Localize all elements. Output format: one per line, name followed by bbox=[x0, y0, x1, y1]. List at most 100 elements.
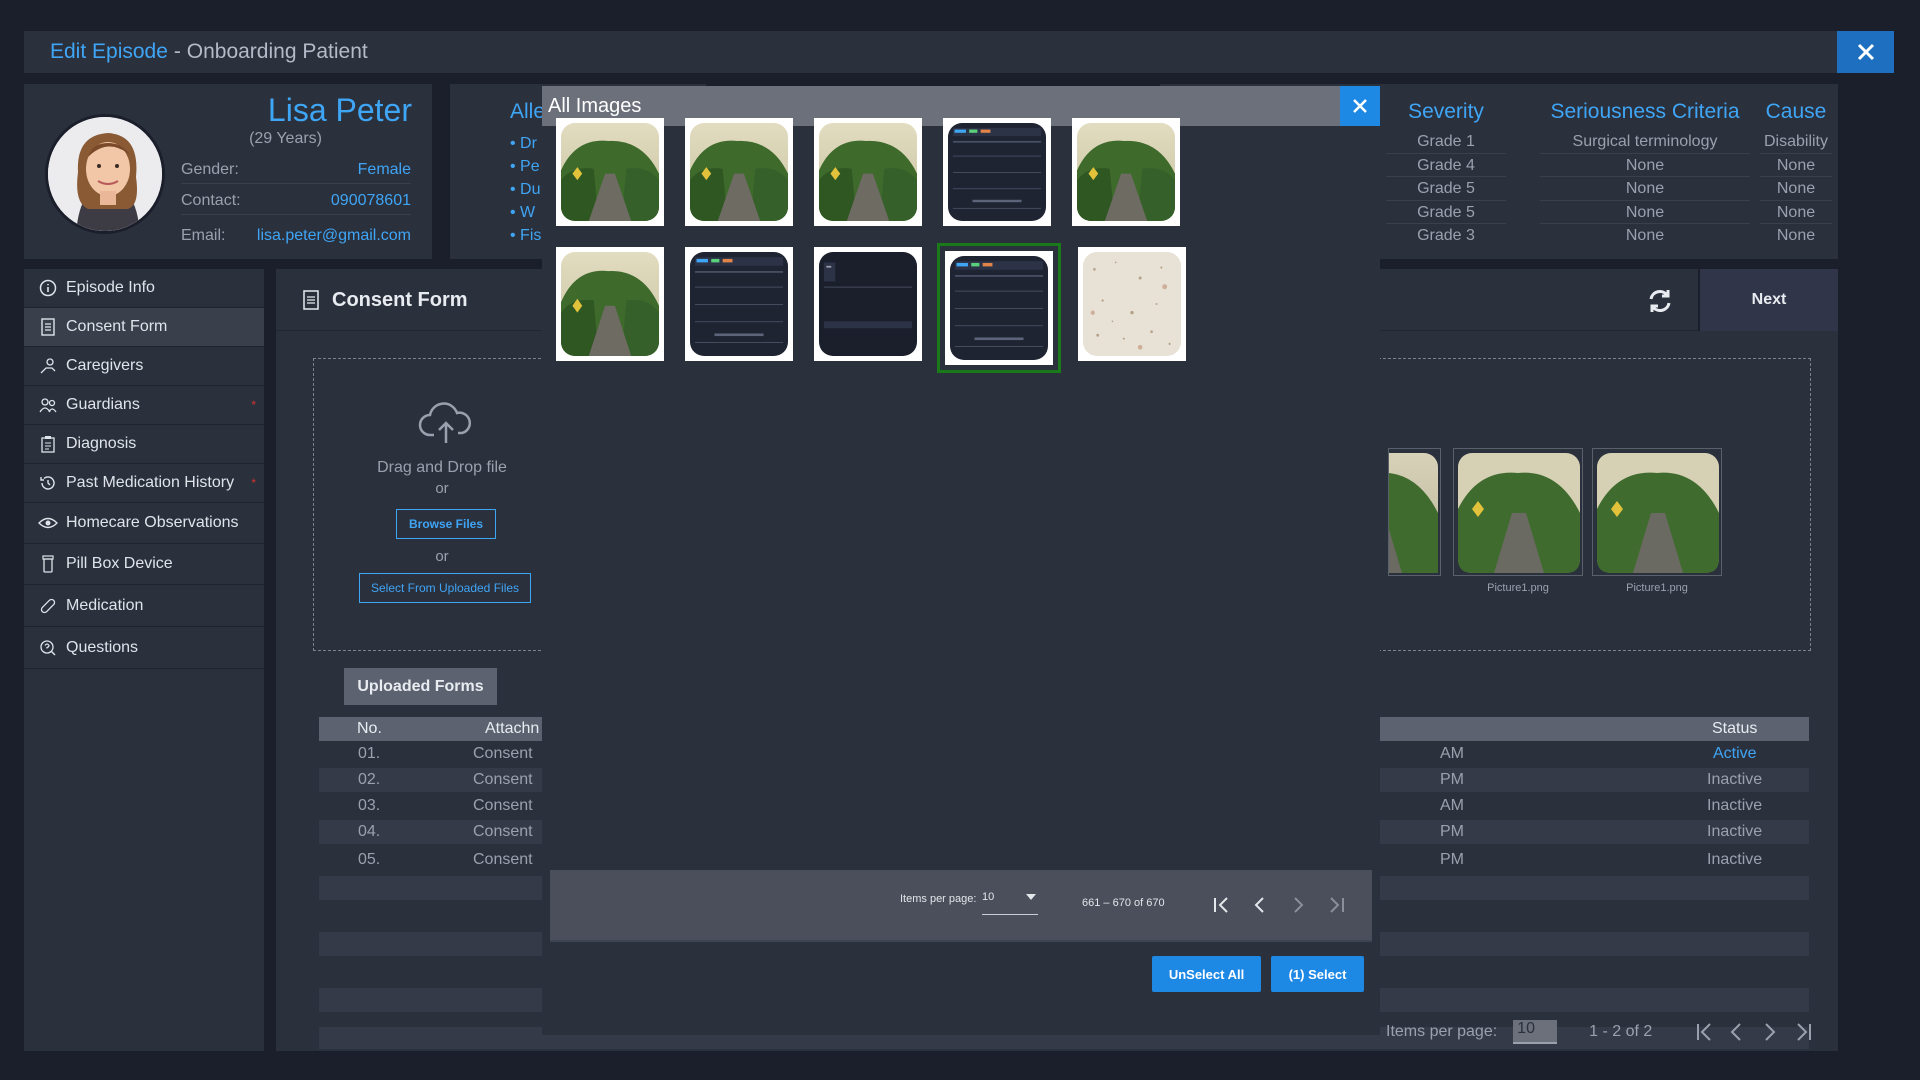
last-page-icon[interactable] bbox=[1329, 896, 1345, 914]
uploaded-file-thumbnail[interactable] bbox=[1592, 448, 1722, 576]
document-icon bbox=[303, 290, 319, 310]
status-badge: Inactive bbox=[1707, 771, 1763, 788]
uploaded-file-thumbnail[interactable] bbox=[1388, 448, 1441, 576]
first-page-icon[interactable] bbox=[1213, 896, 1229, 914]
col-no: No. bbox=[357, 720, 382, 737]
image-tile[interactable] bbox=[556, 247, 664, 361]
contact-label: Contact: bbox=[181, 191, 241, 209]
unselect-all-button[interactable]: UnSelect All bbox=[1152, 956, 1261, 992]
close-window-button[interactable] bbox=[1837, 31, 1894, 73]
allergy-item: • Pe bbox=[510, 158, 540, 175]
patient-avatar bbox=[45, 114, 165, 234]
image-tile[interactable] bbox=[814, 118, 922, 226]
severity-cell: Grade 5 bbox=[1386, 177, 1506, 201]
sidebar-item-diagnosis[interactable]: Diagnosis bbox=[24, 425, 264, 464]
screen-image bbox=[690, 252, 788, 356]
first-page-icon[interactable] bbox=[1696, 1022, 1712, 1042]
uploaded-forms-pager: Items per page: 10 1 - 2 of 2 bbox=[1386, 1017, 1812, 1047]
seriousness-cell: Surgical terminology bbox=[1540, 130, 1750, 154]
sidebar-item-questions[interactable]: Questions bbox=[24, 627, 264, 669]
contact-value: 090078601 bbox=[330, 191, 411, 209]
sidebar-item-past-medication-history[interactable]: Past Medication History * bbox=[24, 464, 264, 503]
observation-icon bbox=[38, 513, 58, 533]
close-icon bbox=[1353, 99, 1367, 113]
sidebar-item-label: Homecare Observations bbox=[66, 514, 239, 531]
road-image bbox=[690, 123, 788, 221]
email-label: Email: bbox=[181, 227, 226, 244]
refresh-icon[interactable] bbox=[1646, 287, 1674, 320]
seriousness-header: Seriousness Criteria bbox=[1550, 100, 1740, 123]
history-icon bbox=[38, 473, 58, 493]
sidebar-item-label: Consent Form bbox=[66, 318, 168, 335]
questions-icon bbox=[38, 638, 58, 658]
cloud-upload-icon bbox=[418, 402, 471, 443]
image-tile[interactable] bbox=[685, 118, 793, 226]
email-value[interactable]: lisa.peter@gmail.com bbox=[257, 227, 411, 245]
patient-name: Lisa Peter bbox=[267, 92, 412, 128]
sidebar-item-label: Medication bbox=[66, 596, 144, 614]
patient-age: (29 Years) bbox=[249, 130, 322, 147]
uploaded-file-name: Picture1.png bbox=[1626, 582, 1688, 594]
consent-form-title: Consent Form bbox=[302, 269, 468, 331]
email-row: Email: lisa.peter@gmail.com bbox=[181, 222, 411, 250]
window-title-bar: Edit Episode - Onboarding Patient bbox=[24, 31, 1838, 73]
close-dialog-button[interactable] bbox=[1340, 86, 1380, 126]
next-button[interactable]: Next bbox=[1698, 269, 1838, 331]
road-image bbox=[1077, 123, 1175, 221]
sidebar-item-caregivers[interactable]: Caregivers bbox=[24, 347, 264, 386]
road-image bbox=[1389, 453, 1438, 573]
image-tile[interactable] bbox=[685, 247, 793, 361]
dialog-divider bbox=[550, 940, 1372, 942]
caregivers-icon bbox=[38, 356, 58, 376]
items-per-page-value: 10 bbox=[982, 891, 995, 903]
dropdown-arrow-icon bbox=[1026, 894, 1036, 900]
uploaded-file-thumbnail[interactable] bbox=[1453, 448, 1583, 576]
gender-value: Female bbox=[357, 160, 411, 178]
browse-files-button[interactable]: Browse Files bbox=[396, 509, 496, 539]
road-image bbox=[561, 123, 659, 221]
seriousness-column: Seriousness Criteria Surgical terminolog… bbox=[1540, 100, 1750, 248]
sidebar-item-pill-box-device[interactable]: Pill Box Device bbox=[24, 544, 264, 585]
status-badge: Inactive bbox=[1707, 823, 1763, 840]
drag-drop-label: Drag and Drop file bbox=[377, 459, 507, 476]
contact-row: Contact: 090078601 bbox=[181, 187, 411, 215]
next-page-icon[interactable] bbox=[1764, 1022, 1776, 1042]
cause-header: Cause bbox=[1765, 100, 1827, 123]
sidebar-item-episode-info[interactable]: Episode Info bbox=[24, 269, 264, 308]
last-page-icon[interactable] bbox=[1796, 1022, 1812, 1042]
road-image bbox=[1454, 449, 1582, 575]
sidebar-item-homecare-observations[interactable]: Homecare Observations bbox=[24, 503, 264, 544]
select-uploaded-files-button[interactable]: Select From Uploaded Files bbox=[359, 573, 531, 603]
items-per-page-select[interactable]: 10 bbox=[1513, 1020, 1558, 1044]
sidebar-item-consent-form[interactable]: Consent Form bbox=[24, 308, 264, 347]
next-page-icon[interactable] bbox=[1293, 896, 1305, 914]
dark-image bbox=[819, 252, 917, 356]
title-main: Edit Episode bbox=[50, 40, 168, 63]
pill-icon bbox=[38, 596, 58, 616]
image-tile[interactable] bbox=[556, 118, 664, 226]
uploaded-forms-tab[interactable]: Uploaded Forms bbox=[344, 668, 497, 705]
items-per-page-label: Items per page: bbox=[900, 893, 977, 905]
sidebar-item-label: Guardians bbox=[66, 396, 140, 413]
previous-page-icon[interactable] bbox=[1730, 1022, 1742, 1042]
clipboard-icon bbox=[38, 434, 58, 454]
sidebar-item-guardians[interactable]: Guardians * bbox=[24, 386, 264, 425]
sidebar-item-label: Past Medication History bbox=[66, 474, 235, 491]
image-tile[interactable] bbox=[814, 247, 922, 361]
cause-column: Cause Disability None None None None bbox=[1760, 100, 1832, 248]
severity-header: Severity bbox=[1408, 100, 1484, 123]
page-range: 1 - 2 of 2 bbox=[1589, 1023, 1653, 1040]
image-tile[interactable] bbox=[943, 118, 1051, 226]
seriousness-cell: None bbox=[1625, 227, 1665, 244]
sidebar-item-label: Caregivers bbox=[66, 357, 144, 374]
image-tile[interactable] bbox=[1072, 118, 1180, 226]
uploaded-file-name: Picture1.png bbox=[1487, 582, 1549, 594]
seriousness-cell: None bbox=[1540, 201, 1750, 224]
select-button[interactable]: (1) Select bbox=[1271, 956, 1364, 992]
previous-page-icon[interactable] bbox=[1253, 896, 1265, 914]
image-tile[interactable] bbox=[1078, 247, 1186, 361]
or-label: or bbox=[435, 480, 449, 497]
items-per-page-select[interactable]: 10 bbox=[982, 891, 1038, 915]
sidebar-item-medication[interactable]: Medication bbox=[24, 585, 264, 627]
sidebar-item-label: Pill Box Device bbox=[66, 555, 173, 572]
